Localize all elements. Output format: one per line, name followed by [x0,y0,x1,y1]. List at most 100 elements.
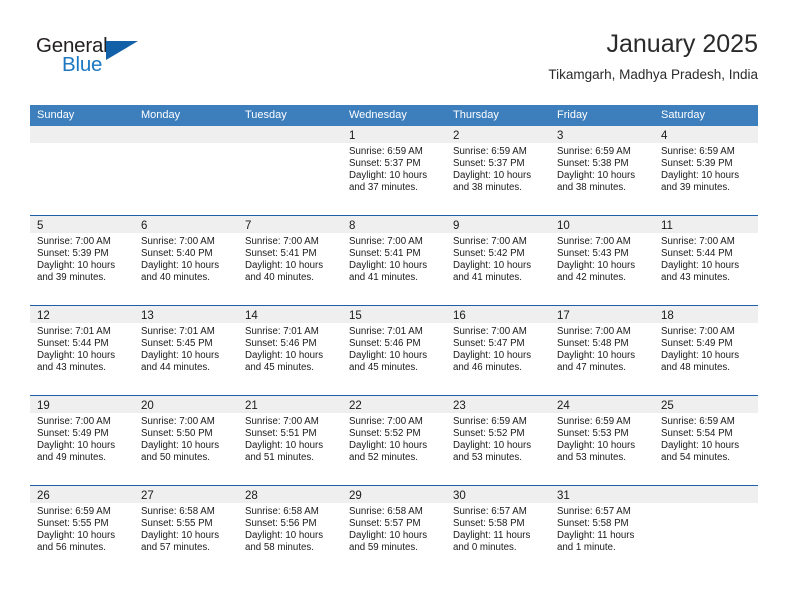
sunset-text: Sunset: 5:57 PM [349,518,421,530]
calendar-day-cell[interactable]: 3 Sunrise: 6:59 AM Sunset: 5:38 PM Daylight… [550,126,654,215]
day-number: 25 [661,400,674,412]
daylight-text-line1: Daylight: 10 hours [453,350,532,362]
daylight-text-line2: and 37 minutes. [349,182,418,194]
weekday-header-tuesday: Tuesday [245,109,287,121]
weekday-header-monday: Monday [141,109,181,121]
day-details: Sunrise: 7:01 AM Sunset: 5:46 PM Daylight:… [342,323,446,374]
calendar-day-cell[interactable]: 9 Sunrise: 7:00 AM Sunset: 5:42 PM Daylight… [446,216,550,305]
calendar-day-cell-empty [30,126,134,215]
calendar-grid: Sunday Monday Tuesday Wednesday Thursday Frid… [30,105,758,575]
sunset-text: Sunset: 5:52 PM [349,428,421,440]
day-number-band: 4 [654,126,758,143]
day-number: 2 [453,130,460,142]
calendar-day-cell[interactable]: 14 Sunrise: 7:01 AM Sunset: 5:46 PM Dayligh… [238,306,342,395]
daylight-text-line2: and 58 minutes. [245,542,314,554]
calendar-day-cell[interactable]: 2 Sunrise: 6:59 AM Sunset: 5:37 PM Daylight… [446,126,550,215]
sunset-text: Sunset: 5:55 PM [37,518,109,530]
calendar-day-cell[interactable]: 31 Sunrise: 6:57 AM Sunset: 5:58 PM Dayligh… [550,486,654,575]
calendar-day-cell[interactable]: 4 Sunrise: 6:59 AM Sunset: 5:39 PM Daylight… [654,126,758,215]
daylight-text-line1: Daylight: 10 hours [661,350,740,362]
sunset-text: Sunset: 5:44 PM [37,338,109,350]
sunset-text: Sunset: 5:37 PM [453,158,525,170]
calendar-day-cell[interactable]: 23 Sunrise: 6:59 AM Sunset: 5:52 PM Dayligh… [446,396,550,485]
calendar-day-cell[interactable]: 27 Sunrise: 6:58 AM Sunset: 5:55 PM Dayligh… [134,486,238,575]
day-details: Sunrise: 7:00 AM Sunset: 5:39 PM Daylight:… [30,233,134,284]
day-details: Sunrise: 7:00 AM Sunset: 5:41 PM Daylight:… [238,233,342,284]
day-number: 22 [349,400,362,412]
day-number-band: 13 [134,306,238,323]
daylight-text-line1: Daylight: 10 hours [349,530,428,542]
sunrise-text: Sunrise: 7:00 AM [141,416,215,427]
sunset-text: Sunset: 5:43 PM [557,248,629,260]
day-number: 4 [661,130,668,142]
sunset-text: Sunset: 5:40 PM [141,248,213,260]
calendar-day-cell[interactable]: 7 Sunrise: 7:00 AM Sunset: 5:41 PM Daylight… [238,216,342,305]
day-number-band: 11 [654,216,758,233]
day-details: Sunrise: 7:00 AM Sunset: 5:52 PM Daylight:… [342,413,446,464]
calendar-day-cell[interactable]: 15 Sunrise: 7:01 AM Sunset: 5:46 PM Dayligh… [342,306,446,395]
calendar-day-cell[interactable]: 22 Sunrise: 7:00 AM Sunset: 5:52 PM Dayligh… [342,396,446,485]
calendar-week-row: 19 Sunrise: 7:00 AM Sunset: 5:49 PM Dayligh… [30,395,758,485]
sunset-text: Sunset: 5:39 PM [661,158,733,170]
calendar-day-cell[interactable]: 12 Sunrise: 7:01 AM Sunset: 5:44 PM Dayligh… [30,306,134,395]
daylight-text-line2: and 42 minutes. [557,272,626,284]
calendar-day-cell[interactable]: 8 Sunrise: 7:00 AM Sunset: 5:41 PM Daylight… [342,216,446,305]
daylight-text-line2: and 59 minutes. [349,542,418,554]
day-details: Sunrise: 6:59 AM Sunset: 5:39 PM Daylight:… [654,143,758,194]
calendar-day-cell[interactable]: 20 Sunrise: 7:00 AM Sunset: 5:50 PM Dayligh… [134,396,238,485]
daylight-text-line1: Daylight: 10 hours [245,530,324,542]
daylight-text-line2: and 38 minutes. [557,182,626,194]
calendar-day-cell[interactable]: 29 Sunrise: 6:58 AM Sunset: 5:57 PM Dayligh… [342,486,446,575]
daylight-text-line1: Daylight: 10 hours [557,440,636,452]
sunset-text: Sunset: 5:37 PM [349,158,421,170]
sunset-text: Sunset: 5:41 PM [245,248,317,260]
calendar-day-cell[interactable]: 16 Sunrise: 7:00 AM Sunset: 5:47 PM Dayligh… [446,306,550,395]
calendar-day-cell[interactable]: 5 Sunrise: 7:00 AM Sunset: 5:39 PM Daylight… [30,216,134,305]
calendar-day-cell[interactable]: 21 Sunrise: 7:00 AM Sunset: 5:51 PM Dayligh… [238,396,342,485]
day-number-band: 7 [238,216,342,233]
calendar-day-cell[interactable]: 19 Sunrise: 7:00 AM Sunset: 5:49 PM Dayligh… [30,396,134,485]
sunset-text: Sunset: 5:44 PM [661,248,733,260]
calendar-day-cell[interactable]: 18 Sunrise: 7:00 AM Sunset: 5:49 PM Dayligh… [654,306,758,395]
day-number: 15 [349,310,362,322]
daylight-text-line2: and 46 minutes. [453,362,522,374]
calendar-day-cell[interactable]: 26 Sunrise: 6:59 AM Sunset: 5:55 PM Dayligh… [30,486,134,575]
day-details: Sunrise: 7:00 AM Sunset: 5:47 PM Daylight:… [446,323,550,374]
day-number: 13 [141,310,154,322]
calendar-day-cell[interactable]: 28 Sunrise: 6:58 AM Sunset: 5:56 PM Dayligh… [238,486,342,575]
day-details: Sunrise: 7:00 AM Sunset: 5:50 PM Daylight:… [134,413,238,464]
calendar-day-cell[interactable]: 1 Sunrise: 6:59 AM Sunset: 5:37 PM Daylight… [342,126,446,215]
calendar-day-cell[interactable]: 17 Sunrise: 7:00 AM Sunset: 5:48 PM Dayligh… [550,306,654,395]
calendar-day-cell[interactable]: 24 Sunrise: 6:59 AM Sunset: 5:53 PM Dayligh… [550,396,654,485]
calendar-day-cell[interactable]: 30 Sunrise: 6:57 AM Sunset: 5:58 PM Dayligh… [446,486,550,575]
weekday-header-sunday: Sunday [37,109,75,121]
sunrise-text: Sunrise: 7:01 AM [141,326,215,337]
sunset-text: Sunset: 5:46 PM [349,338,421,350]
daylight-text-line1: Daylight: 10 hours [349,440,428,452]
day-number: 20 [141,400,154,412]
sunset-text: Sunset: 5:55 PM [141,518,213,530]
day-details: Sunrise: 7:00 AM Sunset: 5:41 PM Daylight:… [342,233,446,284]
sunrise-text: Sunrise: 7:00 AM [349,416,423,427]
calendar-day-cell[interactable]: 25 Sunrise: 6:59 AM Sunset: 5:54 PM Dayligh… [654,396,758,485]
day-number: 12 [37,310,50,322]
daylight-text-line1: Daylight: 10 hours [661,260,740,272]
calendar-day-cell[interactable]: 10 Sunrise: 7:00 AM Sunset: 5:43 PM Dayligh… [550,216,654,305]
sunset-text: Sunset: 5:47 PM [453,338,525,350]
day-number: 29 [349,490,362,502]
general-blue-logo[interactable]: General Blue [36,34,156,86]
weekday-header-thursday: Thursday [453,109,499,121]
day-number-band: 2 [446,126,550,143]
calendar-day-cell[interactable]: 13 Sunrise: 7:01 AM Sunset: 5:45 PM Dayligh… [134,306,238,395]
sunrise-text: Sunrise: 7:01 AM [349,326,423,337]
day-number-band: 17 [550,306,654,323]
sunrise-text: Sunrise: 6:58 AM [245,506,319,517]
calendar-day-cell[interactable]: 11 Sunrise: 7:00 AM Sunset: 5:44 PM Dayligh… [654,216,758,305]
sunrise-text: Sunrise: 6:59 AM [661,146,735,157]
day-details: Sunrise: 6:59 AM Sunset: 5:52 PM Daylight:… [446,413,550,464]
day-number-band: 15 [342,306,446,323]
sunset-text: Sunset: 5:42 PM [453,248,525,260]
daylight-text-line2: and 47 minutes. [557,362,626,374]
calendar-day-cell[interactable]: 6 Sunrise: 7:00 AM Sunset: 5:40 PM Daylight… [134,216,238,305]
day-number: 14 [245,310,258,322]
